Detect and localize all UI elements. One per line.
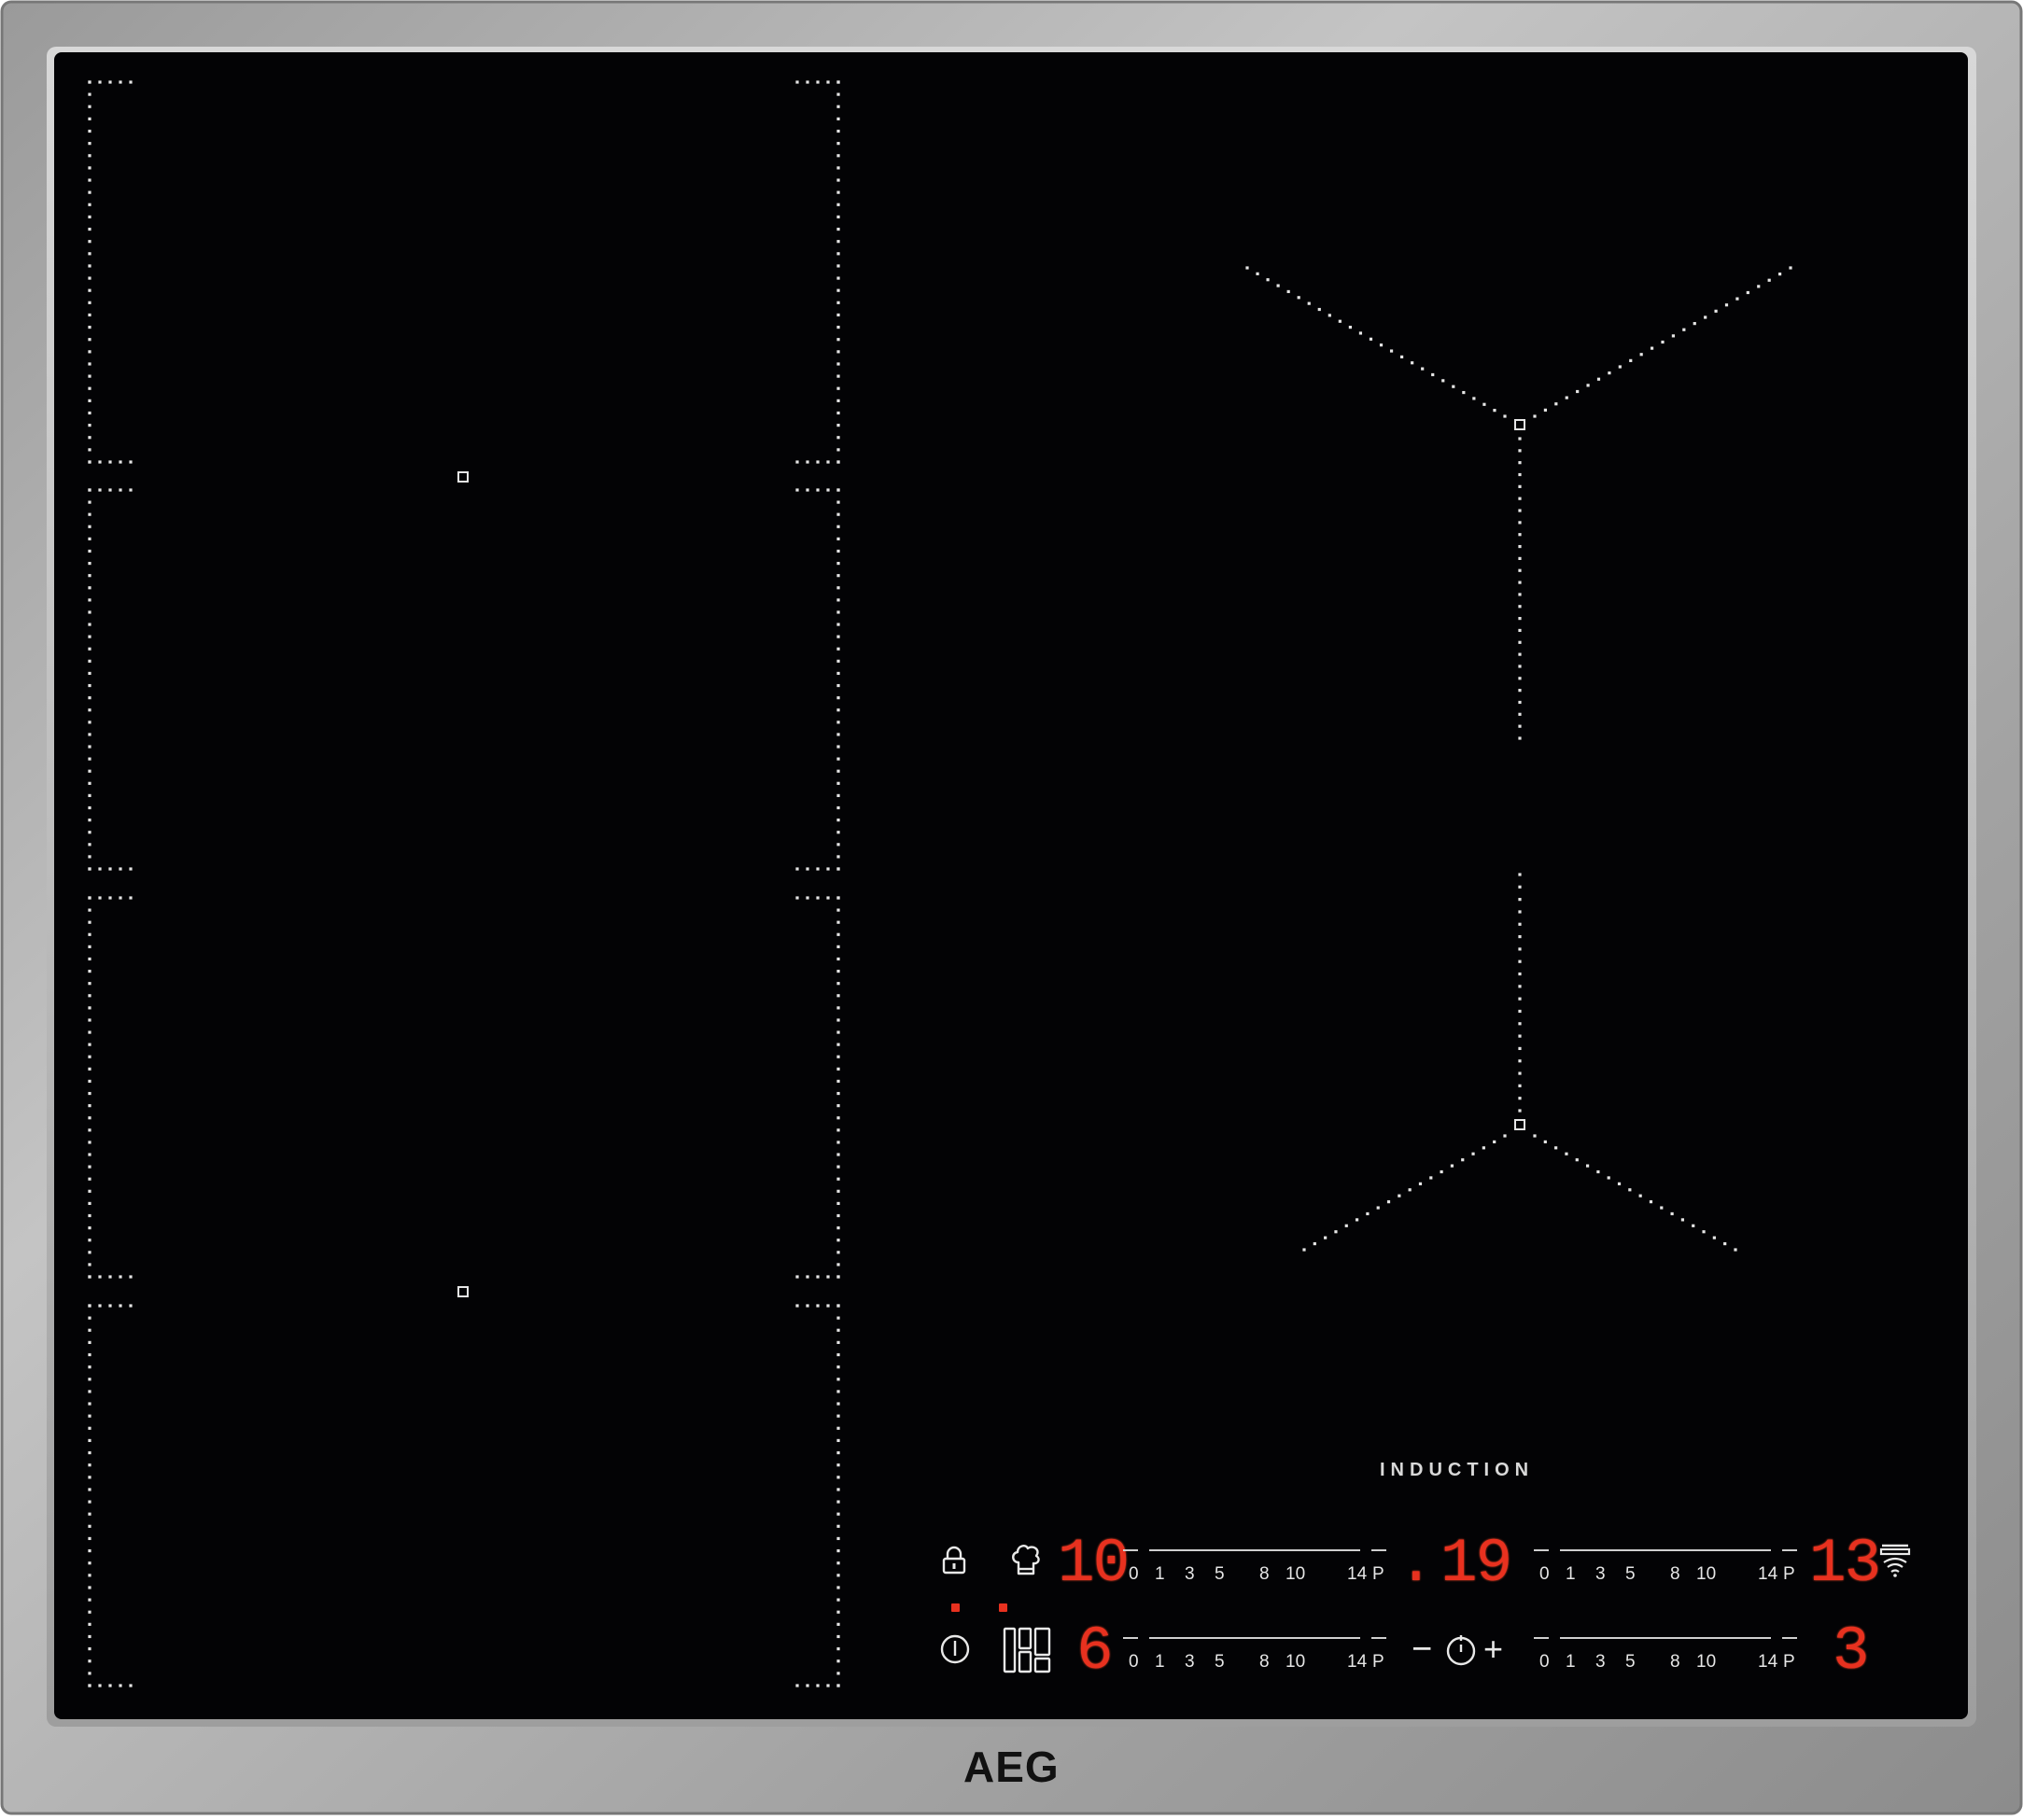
timer-icon[interactable]: [1444, 1633, 1478, 1667]
timer-plus-button[interactable]: +: [1483, 1630, 1503, 1669]
bottom-left-zone-display: 6: [1076, 1617, 1114, 1687]
timer-minus-button[interactable]: −: [1412, 1630, 1432, 1670]
hob2hood-icon[interactable]: [1878, 1542, 1912, 1579]
top-left-zone-display: 10: [1058, 1529, 1130, 1599]
top-right-zone-display: 13: [1809, 1529, 1881, 1599]
bottom-left-zone-slider[interactable]: 0 1 3 5 8 10 14 P: [1120, 1637, 1400, 1684]
lock-icon[interactable]: [940, 1546, 968, 1575]
bottom-right-zone-slider[interactable]: 0 1 3 5 8 10 14 P: [1531, 1637, 1811, 1684]
top-left-zone-slider[interactable]: 0 1 3 5 8 10 14 P: [1120, 1549, 1400, 1596]
bottom-right-zone-display: 3: [1833, 1617, 1870, 1687]
glass-top: [54, 52, 1968, 1719]
bridge-zones-icon[interactable]: [1003, 1627, 1051, 1673]
top-right-zone-slider[interactable]: 0 1 3 5 8 10 14 P: [1531, 1549, 1811, 1596]
timer-dot: .: [1398, 1529, 1435, 1599]
lock-indicator-led: [951, 1603, 960, 1612]
chef-indicator-led: [999, 1603, 1007, 1612]
induction-label: INDUCTION: [1380, 1460, 1535, 1480]
aeg-logo: AEG: [963, 1743, 1060, 1791]
timer-display: 19: [1440, 1529, 1512, 1599]
power-icon[interactable]: [939, 1633, 971, 1665]
chef-hat-icon[interactable]: [1010, 1542, 1042, 1577]
induction-hob: 10 0 1 3 5 8 10 14 P . 19 0 1 3 5 8 10 1…: [0, 0, 2023, 1815]
